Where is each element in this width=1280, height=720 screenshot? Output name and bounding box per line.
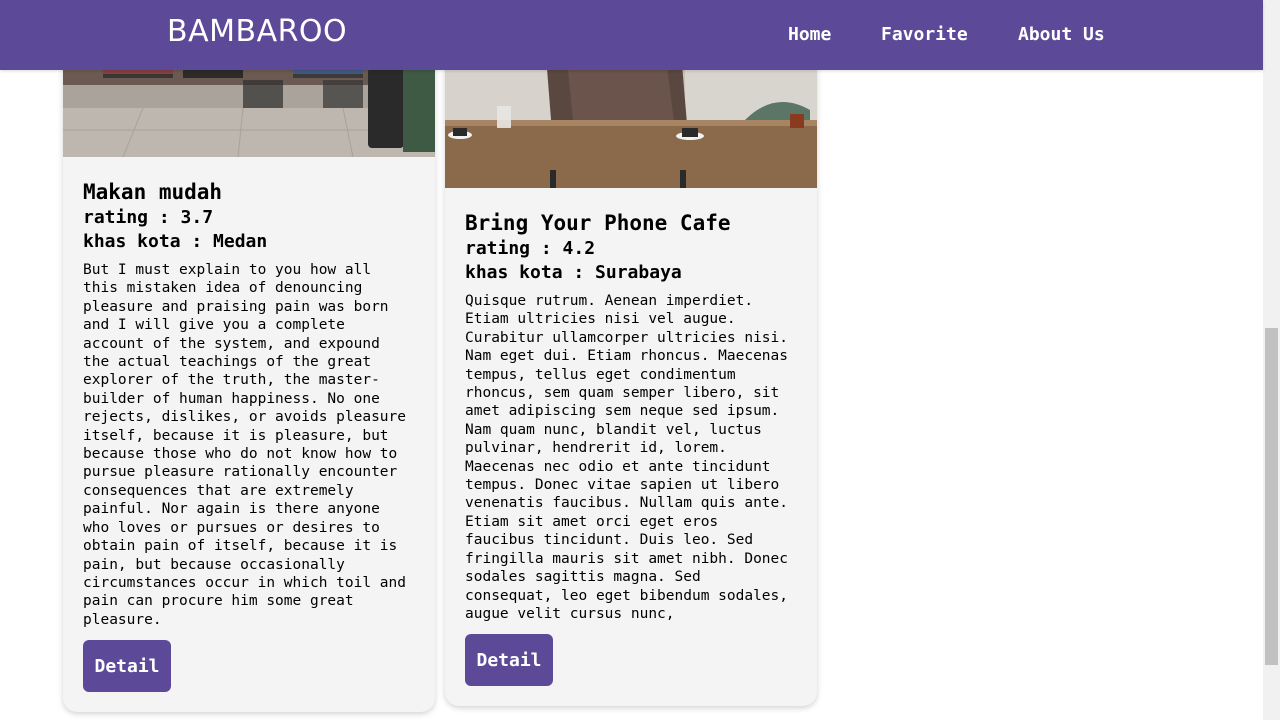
scrollbar-thumb[interactable] — [1265, 328, 1278, 665]
brand-logo[interactable]: BAMBAROO — [167, 14, 347, 49]
restaurant-card: Makan mudah rating : 3.7 khas kota : Med… — [63, 0, 435, 712]
restaurant-description: But I must explain to you how all this m… — [83, 262, 407, 628]
nav-link-favorite[interactable]: Favorite — [881, 24, 968, 45]
restaurant-city: khas kota : Medan — [83, 230, 268, 252]
restaurant-rating: rating : 3.7 — [83, 207, 214, 228]
restaurant-card: Bring Your Phone Cafe rating : 4.2 khas … — [445, 0, 817, 706]
card-body: Makan mudah rating : 3.7 khas kota : Med… — [83, 178, 415, 629]
restaurant-description: Quisque rutrum. Aenean imperdiet. Etiam … — [465, 293, 789, 622]
top-navbar: BAMBAROO Home Favorite About Us — [0, 0, 1263, 70]
detail-button[interactable]: Detail — [465, 634, 553, 686]
restaurant-rating: rating : 4.2 — [465, 238, 596, 259]
nav-link-home[interactable]: Home — [788, 24, 831, 45]
nav-link-about-us[interactable]: About Us — [1018, 24, 1105, 45]
restaurant-name: Bring Your Phone Cafe — [465, 211, 731, 235]
card-body: Bring Your Phone Cafe rating : 4.2 khas … — [465, 209, 797, 623]
restaurant-name: Makan mudah — [83, 180, 223, 204]
detail-button[interactable]: Detail — [83, 640, 171, 692]
restaurant-city: khas kota : Surabaya — [465, 261, 682, 283]
